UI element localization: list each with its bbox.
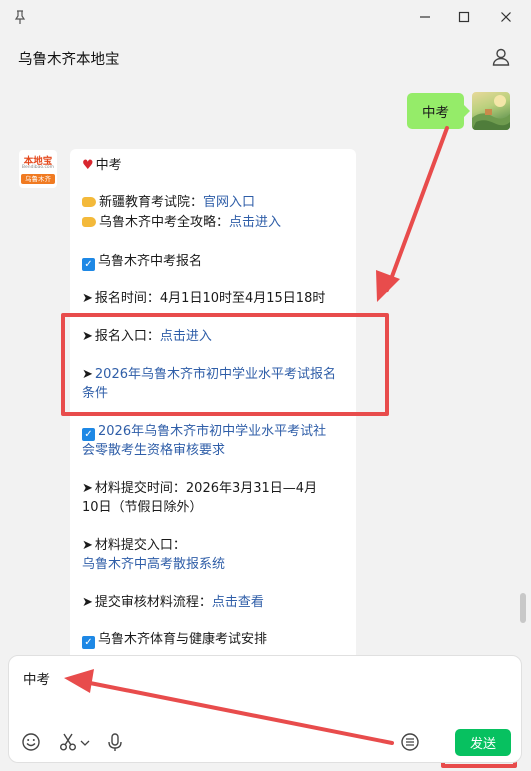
chevron-down-icon[interactable]: [79, 732, 91, 752]
arrow-icon: ➤: [82, 538, 93, 553]
avatar-city: 乌鲁木齐: [21, 174, 55, 184]
message-heading: ♥ 中考: [82, 158, 122, 173]
material-entry-link-line: 乌鲁木齐中高考散报系统: [82, 556, 350, 574]
list-item: 新疆教育考试院：官网入口: [82, 194, 350, 212]
maximize-button[interactable]: [453, 6, 475, 28]
maximize-icon: [458, 11, 470, 23]
bot-avatar[interactable]: 本地宝 Bendibao.com 乌鲁木齐: [19, 150, 57, 188]
requirements-link[interactable]: 2026年乌鲁木齐市初中学业水平考试社: [98, 424, 326, 439]
heart-icon: ♥: [82, 158, 94, 173]
microphone-icon[interactable]: [105, 732, 125, 752]
material-time: ➤ 材料提交时间：2026年3月31日—4月: [82, 481, 318, 496]
annotation-highlight-box: [61, 313, 389, 416]
close-icon: [501, 12, 511, 22]
avatar-image: [472, 95, 510, 130]
minimize-icon: [420, 16, 430, 18]
pin-icon[interactable]: [12, 9, 28, 25]
section-heading: ✓ 乌鲁木齐中考报名: [82, 253, 350, 271]
scissors-icon[interactable]: [58, 732, 78, 752]
message-input[interactable]: 中考: [23, 668, 50, 688]
checkbox-icon: ✓: [82, 636, 95, 649]
process-link[interactable]: 点击查看: [212, 595, 264, 610]
message-composer[interactable]: 中考 发送: [8, 655, 522, 763]
arrow-icon: ➤: [82, 291, 93, 306]
chat-title: 乌鲁木齐本地宝: [18, 52, 120, 68]
minimize-button[interactable]: [414, 6, 436, 28]
arrow-icon: ➤: [82, 481, 93, 496]
arrow-icon: ➤: [82, 595, 93, 610]
registration-time: ➤ 报名时间：4月1日10时至4月15日18时: [82, 291, 326, 306]
material-system-link[interactable]: 乌鲁木齐中高考散报系统: [82, 557, 225, 572]
requirements-link-cont[interactable]: 会零散考生资格审核要求: [82, 443, 225, 458]
section-link-cont: 会零散考生资格审核要求: [82, 442, 350, 460]
send-button[interactable]: 发送: [455, 729, 511, 756]
list-icon[interactable]: [400, 732, 420, 752]
checkbox-icon: ✓: [82, 428, 95, 441]
section-link: ✓ 2026年乌鲁木齐市初中学业水平考试社: [82, 423, 350, 441]
user-avatar[interactable]: [472, 92, 510, 130]
avatar-site: Bendibao.com: [21, 165, 55, 170]
chat-scrollbar[interactable]: [520, 593, 526, 623]
process-item: ➤ 提交审核材料流程：点击查看: [82, 595, 264, 610]
user-message-bubble[interactable]: 中考: [407, 93, 470, 129]
official-site-link[interactable]: 官网入口: [203, 195, 255, 210]
material-entry: ➤ 材料提交入口：: [82, 538, 186, 553]
person-icon[interactable]: [490, 46, 512, 68]
material-time-cont: 10日（节假日除外）: [82, 500, 203, 515]
window-titlebar: [0, 0, 531, 34]
pointing-hand-icon: [82, 217, 96, 227]
list-item: 乌鲁木齐中考全攻略：点击进入: [82, 214, 350, 232]
guide-link[interactable]: 点击进入: [229, 215, 281, 230]
emoji-icon[interactable]: [21, 732, 41, 752]
pointing-hand-icon: [82, 197, 96, 207]
section-heading: ✓ 乌鲁木齐体育与健康考试安排: [82, 631, 350, 649]
chat-header: 乌鲁木齐本地宝: [0, 34, 531, 80]
checkbox-icon: ✓: [82, 258, 95, 271]
close-button[interactable]: [495, 6, 517, 28]
